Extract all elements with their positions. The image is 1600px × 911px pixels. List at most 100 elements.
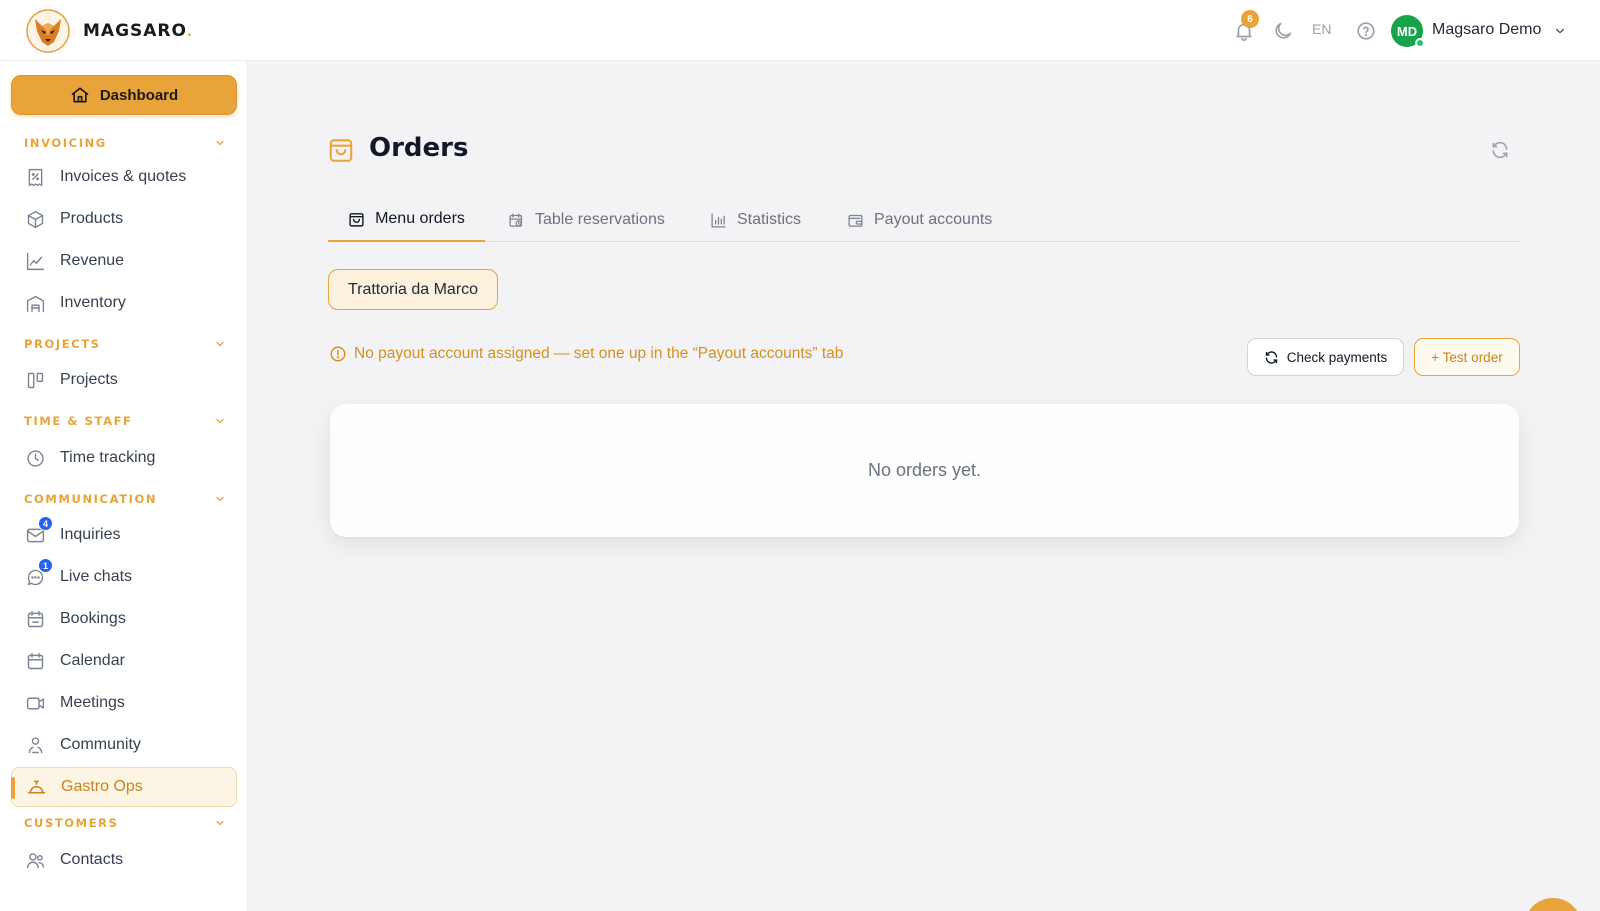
sidebar-item-label: Live chats [60, 568, 133, 585]
avatar-initials: MD [1396, 23, 1418, 39]
bar-chart-icon [711, 212, 726, 228]
theme-toggle-button[interactable] [1272, 20, 1294, 42]
test-order-button[interactable]: + Test order [1414, 338, 1520, 376]
calendar-clock-icon [509, 212, 523, 227]
service-bell-icon [25, 776, 47, 798]
shopping-bag-icon [329, 139, 353, 162]
line-chart-icon [24, 250, 46, 272]
chevron-down-icon[interactable] [1553, 24, 1567, 38]
warehouse-icon [24, 292, 46, 314]
tab-label: Menu orders [375, 210, 465, 227]
sidebar-item-invoices[interactable]: Invoices & quotes [11, 157, 237, 197]
tab-payout-accounts[interactable]: Payout accounts [847, 198, 992, 242]
calendar-icon [24, 650, 46, 672]
tab-statistics[interactable]: Statistics [710, 198, 801, 242]
sidebar-item-meetings[interactable]: Meetings [11, 683, 237, 723]
brand-name: MAGSARO [83, 21, 187, 41]
sidebar-item-time-tracking[interactable]: Time tracking [11, 438, 237, 478]
mail-icon: 4 [24, 516, 53, 546]
sidebar-item-label: Gastro Ops [61, 778, 143, 795]
section-invoicing-label: INVOICING [24, 136, 107, 150]
sidebar-item-label: Inventory [60, 294, 126, 311]
section-invoicing[interactable]: INVOICING [24, 135, 226, 151]
user-name[interactable]: Magsaro Demo [1432, 21, 1541, 39]
tab-label: Statistics [737, 211, 802, 228]
sidebar-item-label: Bookings [60, 610, 126, 627]
venue-selector-button[interactable]: Trattoria da Marco [328, 269, 498, 310]
tab-label: Payout accounts [874, 211, 993, 228]
tab-menu-orders[interactable]: Menu orders [328, 198, 485, 242]
sidebar-item-inventory[interactable]: Inventory [11, 283, 237, 323]
inquiries-badge: 4 [38, 516, 53, 531]
section-customers[interactable]: CUSTOMERS [24, 815, 226, 831]
box-icon [24, 208, 46, 230]
chevron-down-icon [216, 820, 224, 826]
bag-icon [349, 212, 364, 227]
sidebar-item-community[interactable]: Community [11, 725, 237, 765]
section-communication-label: COMMUNICATION [24, 492, 158, 506]
section-communication[interactable]: COMMUNICATION [24, 491, 226, 507]
refresh-icon[interactable] [1490, 140, 1510, 160]
section-time-staff[interactable]: TIME & STAFF [24, 413, 226, 429]
section-customers-label: CUSTOMERS [24, 816, 119, 830]
avatar[interactable]: MD [1391, 15, 1425, 48]
sidebar-item-label: Projects [60, 371, 118, 388]
live-chats-badge: 1 [38, 558, 53, 573]
sidebar: Dashboard INVOICING Invoices & quotes Pr… [0, 61, 248, 911]
wallet-icon [848, 214, 863, 227]
sidebar-item-label: Contacts [60, 851, 124, 868]
home-icon [71, 87, 89, 103]
community-icon [24, 734, 46, 756]
receipt-icon [24, 166, 46, 188]
check-payments-label: Check payments [1286, 349, 1388, 365]
kanban-icon [24, 369, 46, 391]
video-camera-icon [24, 692, 46, 714]
sidebar-item-gastro-ops[interactable]: Gastro Ops [11, 767, 237, 807]
sidebar-item-label: Community [60, 736, 141, 753]
chevron-down-icon [216, 418, 224, 424]
check-payments-button[interactable]: Check payments [1247, 338, 1404, 376]
payout-warning-text: No payout account assigned — set one up … [354, 345, 844, 362]
empty-state-text: No orders yet. [867, 460, 982, 480]
sidebar-item-bookings[interactable]: Bookings [11, 599, 237, 639]
sidebar-item-label: Calendar [60, 652, 125, 669]
tab-bar: Menu orders Table reservations Statistic… [328, 198, 1520, 242]
floating-action-button[interactable] [1524, 898, 1582, 911]
sidebar-item-label: Meetings [60, 694, 125, 711]
sidebar-item-label: Products [60, 210, 124, 227]
brand-dot: . [186, 21, 192, 40]
sidebar-item-live-chats[interactable]: 1 Live chats [11, 557, 237, 597]
alert-circle-icon [330, 346, 346, 362]
notifications-button[interactable]: 6 [1233, 10, 1259, 42]
dashboard-label: Dashboard [99, 86, 179, 104]
sidebar-item-label: Invoices & quotes [60, 168, 187, 185]
section-projects-label: PROJECTS [24, 337, 101, 351]
wolf-logo-icon [26, 9, 70, 53]
moon-icon [1275, 22, 1292, 39]
sidebar-item-label: Revenue [60, 252, 125, 269]
sidebar-item-revenue[interactable]: Revenue [11, 241, 237, 281]
page-title: Orders [369, 133, 469, 163]
sidebar-item-inquiries[interactable]: 4 Inquiries [11, 515, 237, 555]
brand[interactable]: MAGSARO. [26, 9, 192, 53]
dashboard-button[interactable]: Dashboard [11, 75, 237, 115]
tab-table-reservations[interactable]: Table reservations [508, 198, 665, 242]
chevron-down-icon [216, 140, 224, 146]
chevron-down-icon [216, 341, 224, 347]
language-selector[interactable]: EN [1312, 21, 1331, 37]
clock-icon [24, 447, 46, 469]
sidebar-item-contacts[interactable]: Contacts [11, 840, 237, 880]
sidebar-item-projects[interactable]: Projects [11, 360, 237, 400]
sidebar-item-label: Time tracking [60, 449, 156, 466]
sidebar-item-calendar[interactable]: Calendar [11, 641, 237, 681]
section-projects[interactable]: PROJECTS [24, 336, 226, 352]
notification-badge: 6 [1241, 10, 1259, 28]
sidebar-item-products[interactable]: Products [11, 199, 237, 239]
help-icon [1357, 22, 1375, 40]
section-time-staff-label: TIME & STAFF [24, 414, 133, 428]
refresh-icon [1265, 350, 1277, 364]
sidebar-item-label: Inquiries [60, 526, 121, 543]
users-icon [24, 849, 46, 871]
top-bar: MAGSARO. 6 EN MD Magsaro Demo [0, 0, 1600, 61]
help-button[interactable] [1355, 20, 1377, 42]
